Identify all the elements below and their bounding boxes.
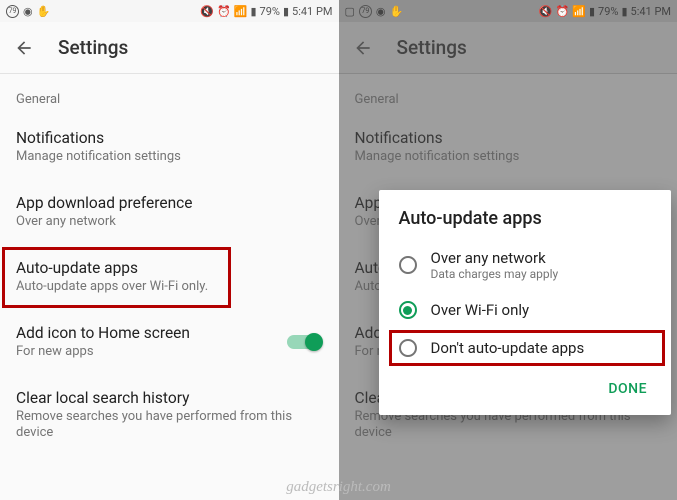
- page-title: Settings: [397, 36, 467, 59]
- status-icon-circle: 79: [6, 5, 19, 18]
- clock: 5:41 PM: [292, 5, 332, 18]
- radio-label: Over Wi-Fi only: [431, 301, 530, 319]
- item-title: Clear local search history: [16, 389, 323, 407]
- item-notifications: Notifications Manage notification settin…: [339, 115, 677, 180]
- screen-right: ▢ 79 ◉ ✋ 🔇 ⏰ 📶 ▮ 79% ▮ 5:41 PM Settings: [339, 0, 677, 500]
- battery-percent: 79%: [260, 5, 280, 18]
- item-title: Add icon to Home screen: [16, 324, 323, 342]
- settings-list: General Notifications Manage notificatio…: [0, 74, 339, 456]
- item-clear-history[interactable]: Clear local search history Remove search…: [0, 375, 339, 457]
- radio-icon-checked: [399, 301, 417, 319]
- item-subtitle: For new apps: [16, 344, 323, 361]
- radio-label: Over any network: [431, 249, 559, 267]
- item-title: Notifications: [16, 129, 323, 147]
- battery-icon: ▮: [621, 5, 627, 18]
- status-icon-hand: ✋: [37, 5, 51, 18]
- battery-percent: 79%: [598, 5, 618, 18]
- clock: 5:41 PM: [631, 5, 671, 18]
- wifi-icon: 📶: [572, 5, 586, 18]
- item-subtitle: Manage notification settings: [16, 149, 323, 166]
- status-icon-eye: ◉: [376, 5, 386, 18]
- mute-icon: 🔇: [539, 5, 553, 18]
- back-icon[interactable]: [14, 38, 34, 58]
- item-download-pref[interactable]: App download preference Over any network: [0, 180, 339, 245]
- item-subtitle: Remove searches you have performed from …: [16, 409, 323, 443]
- dialog-title: Auto-update apps: [379, 208, 672, 239]
- back-icon[interactable]: [353, 38, 373, 58]
- radio-icon: [399, 339, 417, 357]
- wifi-icon: 📶: [234, 5, 248, 18]
- item-subtitle: Over any network: [16, 214, 323, 231]
- alarm-icon: ⏰: [556, 5, 570, 18]
- status-bar: 79 ◉ ✋ 🔇 ⏰ 📶 ▮ 79% ▮ 5:41 PM: [0, 0, 339, 22]
- status-bar: ▢ 79 ◉ ✋ 🔇 ⏰ 📶 ▮ 79% ▮ 5:41 PM: [339, 0, 677, 22]
- auto-update-dialog: Auto-update apps Over any network Data c…: [379, 190, 672, 415]
- item-title: App download preference: [16, 194, 323, 212]
- signal-icon: ▮: [250, 5, 256, 18]
- highlight-box: [2, 247, 231, 308]
- radio-option-wifi-only[interactable]: Over Wi-Fi only: [379, 291, 672, 329]
- section-general: General: [0, 74, 339, 115]
- item-auto-update[interactable]: Auto-update apps Auto-update apps over W…: [0, 245, 339, 310]
- alarm-icon: ⏰: [217, 5, 231, 18]
- item-title: Auto-update apps: [16, 259, 323, 277]
- radio-icon: [399, 256, 417, 274]
- item-add-icon[interactable]: Add icon to Home screen For new apps: [0, 310, 339, 375]
- item-title: Notifications: [355, 129, 662, 147]
- status-icon-eye: ◉: [23, 5, 33, 18]
- status-icon-hand: ✋: [390, 5, 404, 18]
- radio-sublabel: Data charges may apply: [431, 267, 559, 281]
- done-button[interactable]: DONE: [598, 373, 657, 405]
- radio-option-any-network[interactable]: Over any network Data charges may apply: [379, 239, 672, 291]
- toggle-switch[interactable]: [287, 332, 323, 352]
- section-general: General: [339, 74, 677, 115]
- dialog-actions: DONE: [379, 367, 672, 409]
- status-icon-image: ▢: [345, 5, 355, 18]
- radio-label: Don't auto-update apps: [431, 339, 585, 357]
- app-bar: Settings: [0, 22, 339, 74]
- mute-icon: 🔇: [200, 5, 214, 18]
- radio-option-dont-update[interactable]: Don't auto-update apps: [379, 329, 672, 367]
- status-icon-circle: 79: [359, 5, 372, 18]
- item-subtitle: Manage notification settings: [355, 149, 662, 166]
- screen-left: 79 ◉ ✋ 🔇 ⏰ 📶 ▮ 79% ▮ 5:41 PM Settings Ge…: [0, 0, 339, 500]
- battery-icon: ▮: [283, 5, 289, 18]
- item-subtitle: Auto-update apps over Wi-Fi only.: [16, 279, 323, 296]
- item-notifications[interactable]: Notifications Manage notification settin…: [0, 115, 339, 180]
- app-bar: Settings: [339, 22, 677, 74]
- page-title: Settings: [58, 36, 128, 59]
- signal-icon: ▮: [589, 5, 595, 18]
